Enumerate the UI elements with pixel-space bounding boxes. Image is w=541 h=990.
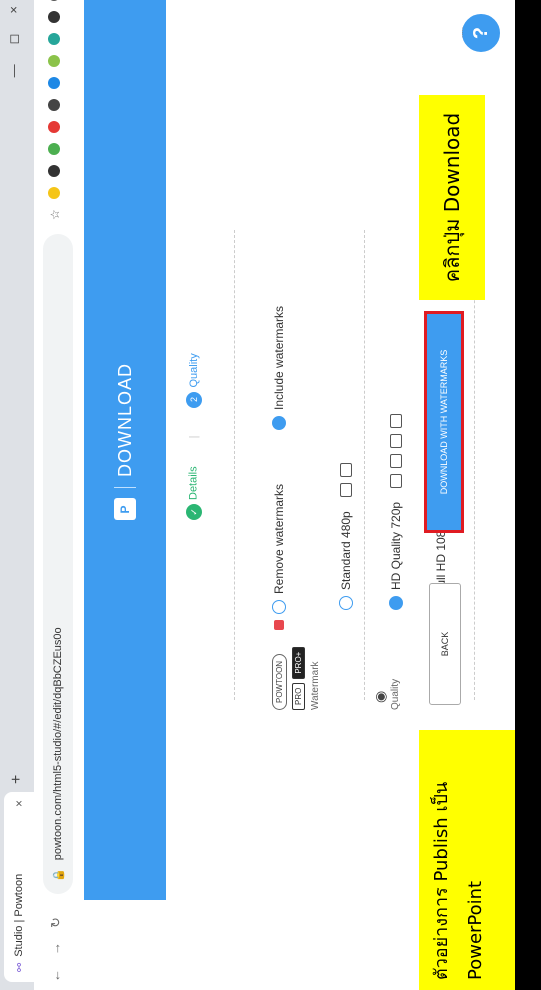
step-label: Quality [188,353,200,388]
extension-icon[interactable] [48,121,60,134]
extension-icon[interactable] [48,11,60,24]
device-icons [390,413,402,488]
include-watermarks-option[interactable]: Include watermarks [272,306,286,430]
help-button[interactable]: ? [459,11,503,55]
reload-icon[interactable]: ↻ [48,917,64,928]
back-icon[interactable]: ← [48,969,64,982]
device-icon [390,433,402,448]
close-window-icon[interactable]: × [6,6,22,14]
radio-480[interactable] [339,596,353,610]
extension-icon[interactable] [48,55,60,68]
option-label: Standard 480p [339,511,353,590]
stepper: ✓ Details | 2 Quality [186,353,202,520]
device-icon [390,413,402,428]
extension-icon[interactable] [48,165,60,178]
window-controls: — ◻ × [6,6,22,77]
quality-option-480[interactable]: Standard 480p [339,463,353,610]
divider [114,487,136,488]
tab-close-icon[interactable]: × [12,800,26,807]
extension-icon[interactable] [48,187,60,200]
lock-icon [274,620,284,630]
url-text: powtoon.com/html5-studio/#/edit/dqBbCZEu… [52,627,64,861]
device-icon [340,483,352,498]
annotation-text: ตัวอย่างการ Publish เป็น PowerPoint [431,781,486,980]
extensions: ☆ ⋮ [48,0,62,220]
tab-title: Studio | Powtoon [13,873,25,957]
option-label: HD Quality 720p [389,501,403,590]
modal-title: DOWNLOAD [114,362,135,477]
bottom-bar [515,0,541,990]
option-label: Include watermarks [272,305,286,410]
step-separator: | [188,435,200,439]
eye-icon: ◉ [372,690,388,703]
help-dots: ..... [456,26,465,38]
nav-buttons: ← → ↻ [48,917,64,982]
check-icon: ✓ [186,504,202,520]
divider [474,230,475,700]
download-modal: P DOWNLOAD × ✓ Details | 2 Quality Waterma… [84,0,541,990]
powtoon-tab-icon: ⚯ [13,962,26,972]
annotation-text: คลิกปุ่ม Download [440,112,464,283]
divider [234,230,235,700]
device-icon [340,463,352,478]
device-icon [390,453,402,468]
new-tab-button[interactable]: + [8,775,26,784]
extension-icon[interactable] [48,77,60,90]
minimize-icon[interactable]: — [6,64,22,77]
maximize-icon[interactable]: ◻ [6,34,22,45]
radio-include-watermarks[interactable] [272,416,286,430]
tab-bar: ⚯ Studio | Powtoon × + — ◻ × [0,0,34,990]
extension-icon[interactable] [48,99,60,112]
pro-plus-badge: PRO+ [292,646,305,679]
step-label: Details [187,466,200,500]
remove-watermarks-option[interactable]: Remove watermarks [272,484,286,630]
watermark-label: Watermark [310,661,321,710]
rotated-stage: ⚯ Studio | Powtoon × + — ◻ × ← → ↻ 🔒 pow… [0,0,541,990]
address-bar-row: ← → ↻ 🔒 powtoon.com/html5-studio/#/edit/… [34,0,85,990]
url-field[interactable]: 🔒 powtoon.com/html5-studio/#/edit/dqBbCZ… [43,234,73,894]
quality-option-720[interactable]: HD Quality 720p [389,413,403,610]
powtoon-logo-icon: P [114,498,136,520]
modal-header: P DOWNLOAD × [84,0,166,900]
pro-badge: PRO [292,682,305,710]
radio-remove-watermarks[interactable] [272,600,286,614]
download-button[interactable]: DOWNLOAD WITH WATERMARKS [426,294,462,550]
back-button[interactable]: BACK [429,583,461,705]
step-number: 2 [186,391,202,408]
annotation-click-download: คลิกปุ่ม Download [419,95,485,300]
step-quality[interactable]: 2 Quality [186,353,202,408]
powtoon-tag: POWTOON [272,653,287,710]
forward-icon[interactable]: → [48,942,64,955]
lock-icon: 🔒 [52,868,65,882]
extension-icon[interactable] [48,143,60,156]
extension-icon[interactable] [48,33,60,46]
star-icon[interactable]: ☆ [48,209,62,220]
puzzle-icon[interactable] [48,0,60,2]
option-label: Remove watermarks [272,483,286,594]
step-details[interactable]: ✓ Details [186,466,202,520]
pro-badges: PRO PRO+ [292,646,305,710]
quality-label: Quality [390,678,401,710]
modal-brand: P DOWNLOAD [114,363,136,520]
device-icons [340,463,352,498]
radio-720[interactable] [389,596,403,610]
device-icon [390,473,402,488]
browser-tab[interactable]: ⚯ Studio | Powtoon × [4,792,34,982]
divider [364,230,365,700]
